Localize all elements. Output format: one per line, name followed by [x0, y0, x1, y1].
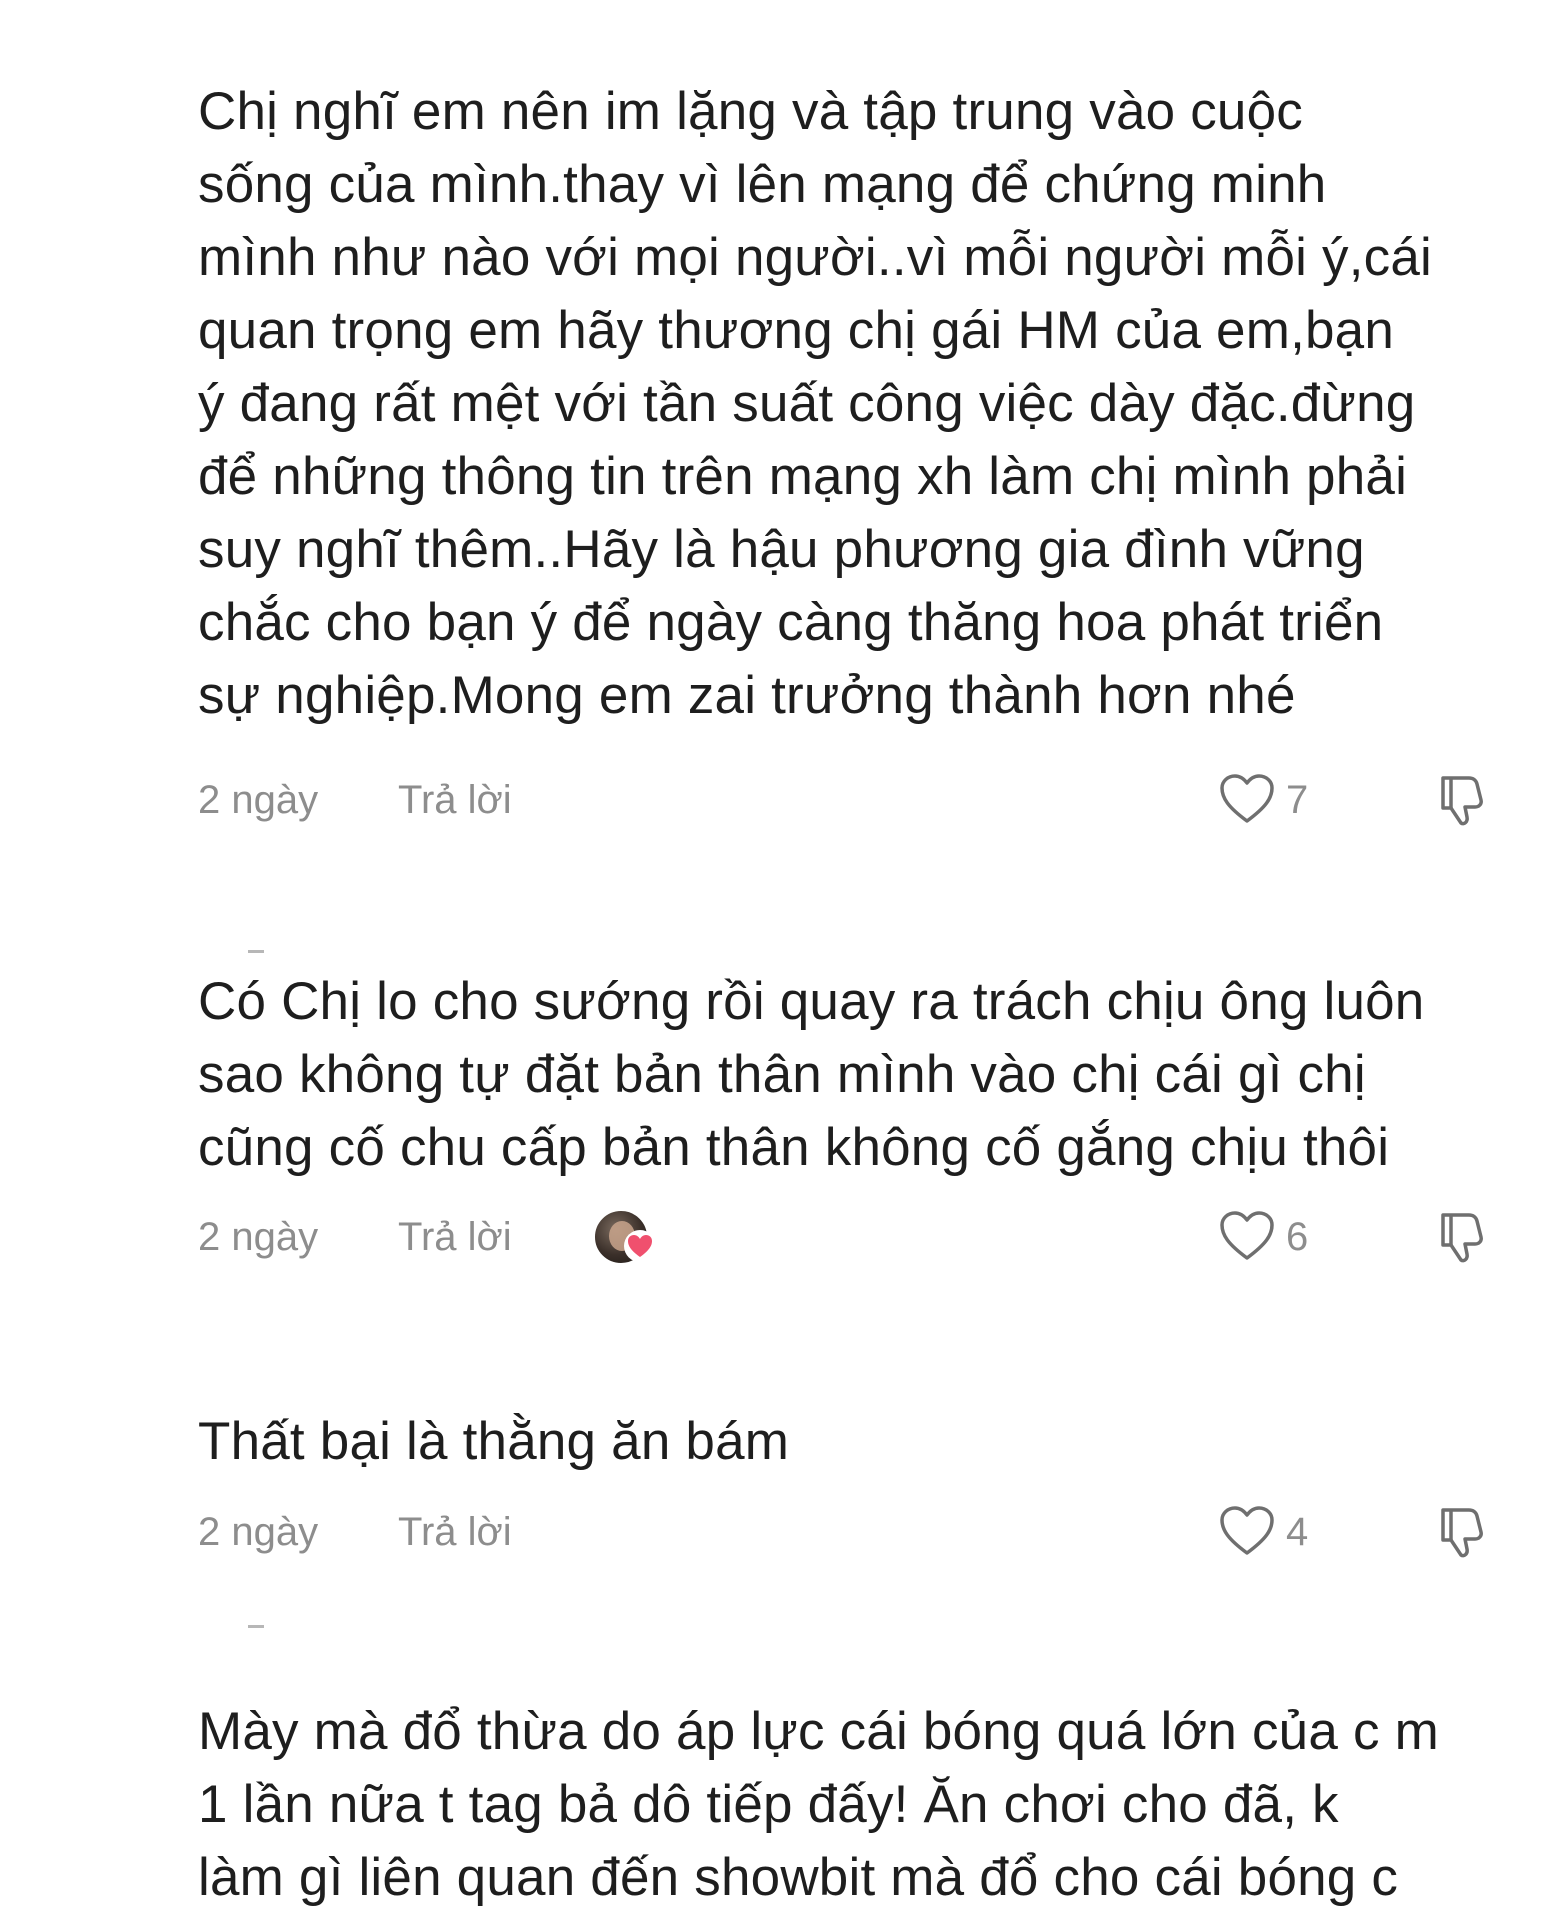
comment-line: chắc cho bạn ý để ngày càng thăng hoa ph…	[198, 593, 1384, 652]
like-count: 7	[1286, 778, 1309, 822]
comment-line: Mày mà đổ thừa do áp lực cái bóng quá lớ…	[198, 1702, 1439, 1761]
comment-line: Có Chị lo cho sướng rồi quay ra trách ch…	[198, 972, 1425, 1031]
reply-button[interactable]: Trả lời	[398, 1510, 512, 1555]
dislike-button[interactable]	[1433, 770, 1493, 830]
thumbs-down-icon	[1441, 776, 1483, 826]
comment-line: sống của mình.thay vì lên mạng để chứng …	[198, 155, 1327, 214]
heart-filled-icon	[624, 1230, 656, 1262]
comment-item: Thất bại là thằng ăn bám 2 ngày Trả lời …	[198, 1405, 1518, 1558]
comment-line: quan trọng em hãy thương chị gái HM của …	[198, 301, 1395, 360]
comment-meta: 2 ngày Trả lời 7	[198, 770, 1518, 830]
comment-timestamp: 2 ngày	[198, 1510, 319, 1554]
comment-line: Thất bại là thằng ăn bám	[198, 1412, 790, 1471]
comment-timestamp: 2 ngày	[198, 1215, 319, 1259]
dislike-button[interactable]	[1433, 1207, 1493, 1267]
comment-line: mình như nào với mọi người..vì mỗi người…	[198, 228, 1433, 287]
creator-liked-badge	[593, 1207, 659, 1267]
comment-item: Mày mà đổ thừa do áp lực cái bóng quá lớ…	[198, 1695, 1518, 1908]
comment-line: cũng cố chu cấp bản thân không cố gắng c…	[198, 1118, 1390, 1177]
comment-meta: 2 ngày Trả lời 6	[198, 1207, 1518, 1267]
comment-list: Chị nghĩ em nên im lặng và tập trung vào…	[0, 0, 1552, 1908]
heart-outline-icon	[1220, 774, 1274, 823]
like-button[interactable]: 7	[1218, 772, 1338, 832]
divider	[248, 950, 264, 953]
like-button[interactable]: 6	[1218, 1209, 1338, 1269]
comment-text: Có Chị lo cho sướng rồi quay ra trách ch…	[198, 965, 1518, 1184]
comment-line: sự nghiệp.Mong em zai trưởng thành hơn n…	[198, 666, 1296, 725]
comment-text: Thất bại là thằng ăn bám	[198, 1405, 1518, 1478]
comment-line: để những thông tin trên mạng xh làm chị …	[198, 447, 1408, 506]
comment-timestamp: 2 ngày	[198, 778, 319, 822]
thumbs-down-icon	[1441, 1508, 1483, 1558]
divider	[248, 1625, 264, 1628]
dislike-button[interactable]	[1433, 1502, 1493, 1562]
thumbs-down-icon	[1441, 1213, 1483, 1263]
comment-text: Mày mà đổ thừa do áp lực cái bóng quá lớ…	[198, 1695, 1518, 1908]
comment-line: suy nghĩ thêm..Hãy là hậu phương gia đìn…	[198, 520, 1365, 579]
like-button[interactable]: 4	[1218, 1504, 1338, 1564]
reply-button[interactable]: Trả lời	[398, 1215, 512, 1260]
heart-outline-icon	[1220, 1506, 1274, 1555]
reply-button[interactable]: Trả lời	[398, 778, 512, 823]
comment-line: 1 lần nữa t tag bả dô tiếp đấy! Ăn chơi …	[198, 1775, 1339, 1834]
like-count: 6	[1286, 1215, 1309, 1259]
comment-line: Chị nghĩ em nên im lặng và tập trung vào…	[198, 82, 1303, 141]
comment-text: Chị nghĩ em nên im lặng và tập trung vào…	[198, 75, 1518, 732]
comment-line: sao không tự đặt bản thân mình vào chị c…	[198, 1045, 1366, 1104]
comment-item: Có Chị lo cho sướng rồi quay ra trách ch…	[198, 965, 1518, 1265]
comment-item: Chị nghĩ em nên im lặng và tập trung vào…	[198, 75, 1518, 826]
comment-line: làm gì liên quan đến showbit mà đổ cho c…	[198, 1848, 1399, 1907]
comment-line: ý đang rất mệt với tần suất công việc dà…	[198, 374, 1416, 433]
comment-meta: 2 ngày Trả lời 4	[198, 1502, 1518, 1562]
like-count: 4	[1286, 1510, 1309, 1554]
heart-outline-icon	[1220, 1211, 1274, 1260]
